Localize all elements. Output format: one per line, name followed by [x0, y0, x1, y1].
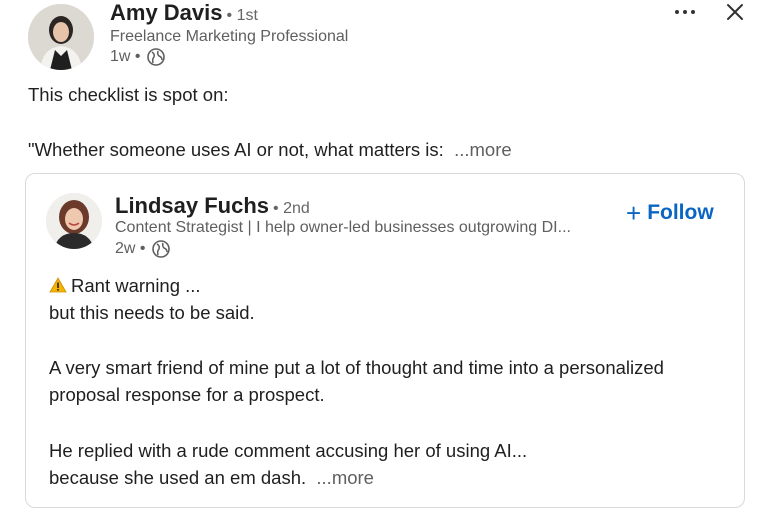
- author-name-row: Amy Davis • 1st: [110, 0, 258, 28]
- follow-button[interactable]: + Follow: [626, 198, 714, 228]
- shared-author-name[interactable]: Lindsay Fuchs: [115, 193, 269, 219]
- avatar-image: [28, 4, 94, 70]
- shared-text-line: proposal response for a prospect.: [49, 384, 325, 405]
- more-options-button[interactable]: [670, 2, 700, 22]
- shared-author-name-row: Lindsay Fuchs • 2nd: [115, 193, 310, 221]
- close-icon: [727, 4, 743, 20]
- shared-text: because she used an em dash.: [49, 467, 307, 488]
- shared-text-line: A very smart friend of mine put a lot of…: [49, 357, 664, 378]
- shared-text-line: He replied with a rude comment accusing …: [49, 440, 528, 461]
- warning-icon: [49, 277, 67, 293]
- shared-text-line: Rant warning ...: [49, 275, 201, 297]
- shared-text-line: because she used an em dash. ...more: [49, 467, 374, 489]
- author-headline: Freelance Marketing Professional: [110, 28, 349, 45]
- author-avatar[interactable]: [28, 4, 94, 70]
- ellipsis-icon: [675, 10, 695, 14]
- connection-degree: • 2nd: [273, 200, 310, 217]
- post-text-line: "Whether someone uses AI or not, what ma…: [28, 139, 512, 161]
- feed-post: Amy Davis • 1st Freelance Marketing Prof…: [0, 0, 768, 518]
- author-name[interactable]: Amy Davis: [110, 0, 223, 26]
- shared-author-avatar[interactable]: [46, 193, 102, 249]
- avatar-image: [46, 193, 102, 249]
- globe-icon: [146, 48, 165, 66]
- shared-post-card[interactable]: Lindsay Fuchs • 2nd Content Strategist |…: [25, 173, 745, 508]
- shared-post-meta: 2w •: [115, 240, 170, 258]
- globe-icon: [151, 240, 170, 258]
- connection-degree: • 1st: [226, 7, 258, 24]
- close-button[interactable]: [722, 0, 748, 24]
- plus-icon: +: [626, 198, 642, 228]
- shared-text: Rant warning ...: [71, 275, 201, 296]
- see-more-link[interactable]: ...more: [454, 139, 512, 160]
- post-text-line: This checklist is spot on:: [28, 84, 229, 105]
- see-more-link[interactable]: ...more: [316, 467, 374, 488]
- shared-author-headline: Content Strategist | I help owner-led bu…: [115, 219, 571, 236]
- post-text: "Whether someone uses AI or not, what ma…: [28, 139, 444, 160]
- shared-post-time: 2w •: [115, 240, 146, 257]
- follow-label: Follow: [647, 201, 714, 224]
- post-time: 1w •: [110, 48, 141, 65]
- post-meta: 1w •: [110, 48, 165, 66]
- shared-text-line: but this needs to be said.: [49, 302, 255, 323]
